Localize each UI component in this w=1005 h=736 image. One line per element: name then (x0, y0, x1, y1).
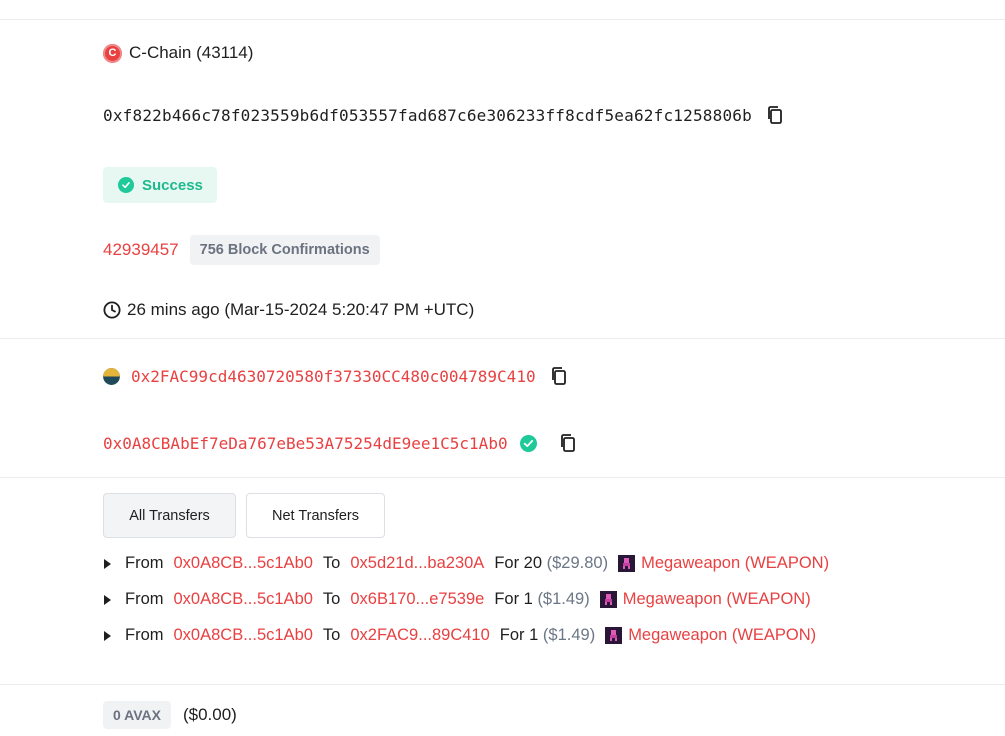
tx-hash: 0xf822b466c78f023559b6df053557fad687c6e3… (103, 105, 752, 125)
transfer-row[interactable]: From 0x0A8CB...5c1Ab0 To 0x5d21d...ba230… (103, 554, 829, 573)
transfer-from-link[interactable]: 0x0A8CB...5c1Ab0 (174, 590, 313, 609)
transfer-to-link[interactable]: 0x5d21d...ba230A (350, 554, 484, 573)
token-link[interactable]: Megaweapon (WEAPON) (623, 590, 811, 609)
transfer-row[interactable]: From 0x0A8CB...5c1Ab0 To 0x2FAC9...89C41… (103, 626, 816, 645)
from-address-token-icon (103, 367, 120, 385)
transfer-amount: 20 (523, 554, 543, 572)
from-label: From (125, 626, 164, 644)
transfer-from-link[interactable]: 0x0A8CB...5c1Ab0 (174, 626, 313, 645)
for-label: For (494, 590, 520, 608)
for-label: For (494, 554, 520, 572)
megaweapon-token-icon (599, 591, 617, 608)
to-label: To (322, 626, 341, 644)
top-divider (0, 19, 1005, 20)
for-label: For (499, 626, 525, 644)
value-row: 0 AVAX ($0.00) (103, 701, 237, 729)
transfer-row[interactable]: From 0x0A8CB...5c1Ab0 To 0x6B170...e7539… (103, 590, 811, 609)
chain-row: C C-Chain (43114) (103, 43, 253, 63)
copy-icon[interactable] (559, 433, 577, 453)
transfers-divider (0, 477, 1005, 478)
from-label: From (125, 590, 164, 608)
chain-name[interactable]: C-Chain (43114) (129, 43, 253, 63)
status-row: Success (103, 167, 217, 203)
triangle-right-icon[interactable] (103, 594, 112, 606)
tab-net-transfers[interactable]: Net Transfers (246, 493, 385, 538)
transfer-usd: ($1.49) (537, 590, 590, 608)
transaction-details: C C-Chain (43114) 0xf822b466c78f023559b6… (0, 0, 1005, 736)
avalanche-c-icon: C (103, 43, 122, 63)
tx-hash-row: 0xf822b466c78f023559b6df053557fad687c6e3… (103, 105, 784, 125)
block-confirmations-badge: 756 Block Confirmations (189, 235, 380, 265)
triangle-right-icon[interactable] (103, 630, 112, 642)
transfer-to-link[interactable]: 0x6B170...e7539e (350, 590, 484, 609)
copy-icon[interactable] (550, 366, 568, 386)
clock-icon (103, 301, 121, 319)
value-divider (0, 684, 1005, 685)
transfer-from-link[interactable]: 0x0A8CB...5c1Ab0 (174, 554, 313, 573)
to-label: To (322, 554, 341, 572)
status-badge: Success (103, 167, 217, 203)
block-row: 42939457 756 Block Confirmations (103, 235, 380, 265)
triangle-right-icon[interactable] (103, 558, 112, 570)
from-label: From (125, 554, 164, 572)
check-circle-icon (118, 177, 134, 193)
copy-icon[interactable] (766, 105, 784, 125)
mid-divider (0, 338, 1005, 339)
timestamp-row: 26 mins ago (Mar-15-2024 5:20:47 PM +UTC… (103, 300, 474, 320)
to-label: To (322, 590, 341, 608)
to-address-link[interactable]: 0x0A8CBAbEf7eDa767eBe53A75254dE9ee1C5c1A… (103, 434, 508, 453)
megaweapon-token-icon (605, 627, 623, 644)
transfer-tabs: All Transfers Net Transfers (103, 493, 385, 538)
from-address-row: 0x2FAC99cd4630720580f37330CC480c004789C4… (103, 366, 568, 386)
block-number-link[interactable]: 42939457 (103, 240, 179, 260)
value-amount-badge: 0 AVAX (103, 701, 171, 729)
transfer-usd: ($1.49) (542, 626, 596, 644)
from-address-link[interactable]: 0x2FAC99cd4630720580f37330CC480c004789C4… (131, 367, 536, 386)
to-address-row: 0x0A8CBAbEf7eDa767eBe53A75254dE9ee1C5c1A… (103, 433, 577, 453)
transfer-to-link[interactable]: 0x2FAC9...89C410 (350, 626, 489, 645)
timestamp: 26 mins ago (Mar-15-2024 5:20:47 PM +UTC… (127, 300, 475, 319)
transfer-amount: 1 (523, 590, 533, 608)
transfer-usd: ($29.80) (546, 554, 609, 572)
value-usd: ($0.00) (182, 705, 237, 724)
token-link[interactable]: Megaweapon (WEAPON) (628, 626, 816, 645)
megaweapon-token-icon (618, 555, 636, 572)
tab-all-transfers[interactable]: All Transfers (103, 493, 236, 538)
status-label: Success (142, 176, 203, 194)
transfer-amount: 1 (529, 626, 539, 644)
token-link[interactable]: Megaweapon (WEAPON) (641, 554, 829, 573)
verified-check-icon (519, 434, 537, 452)
